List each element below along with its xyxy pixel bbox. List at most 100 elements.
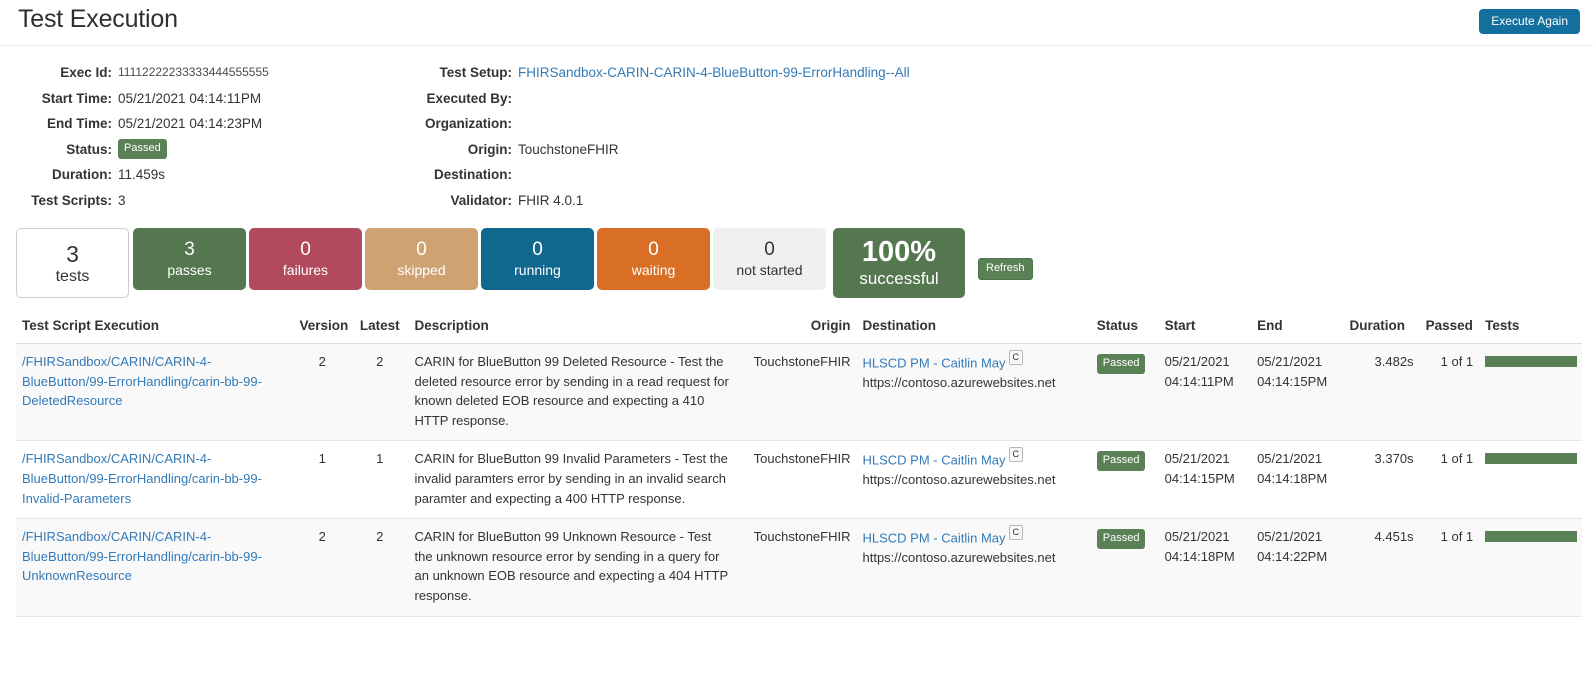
test-setup-link[interactable]: FHIRSandbox-CARIN-CARIN-4-BlueButton-99-… bbox=[518, 60, 910, 86]
tests-progress-bar bbox=[1485, 531, 1577, 542]
summary-field-label: Origin: bbox=[400, 137, 518, 163]
cell-destination: HLSCD PM - Caitlin MayChttps://contoso.a… bbox=[857, 519, 1091, 616]
capability-badge: C bbox=[1009, 525, 1024, 540]
destination-link[interactable]: HLSCD PM - Caitlin May bbox=[863, 453, 1006, 468]
destination-url: https://contoso.azurewebsites.net bbox=[863, 373, 1085, 393]
stat-value: 0 bbox=[300, 239, 311, 261]
cell-version: 2 bbox=[293, 519, 351, 616]
summary-field-label: Exec Id: bbox=[0, 60, 118, 86]
column-header-duration[interactable]: Duration bbox=[1344, 312, 1420, 344]
stat-label: failures bbox=[283, 261, 328, 280]
stat-label: passes bbox=[167, 261, 211, 280]
stat-box-not-started[interactable]: 0not started bbox=[713, 228, 826, 290]
summary-field-value: 11.459s bbox=[118, 162, 165, 188]
table-body: /FHIRSandbox/CARIN/CARIN-4-BlueButton/99… bbox=[16, 344, 1582, 617]
cell-latest: 2 bbox=[351, 344, 409, 441]
table-row: /FHIRSandbox/CARIN/CARIN-4-BlueButton/99… bbox=[16, 519, 1582, 616]
summary-field-label: Start Time: bbox=[0, 86, 118, 112]
stat-box-running[interactable]: 0running bbox=[481, 228, 594, 290]
stat-box-waiting[interactable]: 0waiting bbox=[597, 228, 710, 290]
tests-progress-fill bbox=[1485, 453, 1577, 464]
column-header-tests[interactable]: Tests bbox=[1479, 312, 1582, 344]
summary-field: Start Time:05/21/2021 04:14:11PM bbox=[0, 86, 400, 112]
stat-label: running bbox=[514, 261, 561, 280]
test-script-link[interactable]: /FHIRSandbox/CARIN/CARIN-4-BlueButton/99… bbox=[22, 529, 262, 583]
test-script-link[interactable]: /FHIRSandbox/CARIN/CARIN-4-BlueButton/99… bbox=[22, 354, 262, 408]
stat-value: 100% bbox=[862, 236, 936, 268]
stat-label: not started bbox=[736, 261, 802, 280]
summary-field-label: End Time: bbox=[0, 111, 118, 137]
summary-field: End Time:05/21/2021 04:14:23PM bbox=[0, 111, 400, 137]
stat-label: successful bbox=[859, 268, 938, 290]
cell-end: 05/21/202104:14:22PM bbox=[1251, 519, 1343, 616]
cell-start: 05/21/202104:14:11PM bbox=[1159, 344, 1251, 441]
summary-field-label: Executed By: bbox=[400, 86, 518, 112]
summary-field: Validator:FHIR 4.0.1 bbox=[400, 188, 1100, 214]
summary-field-value: 3 bbox=[118, 188, 126, 214]
summary-field-label: Organization: bbox=[400, 111, 518, 137]
stat-value: 3 bbox=[184, 239, 195, 261]
summary-field: Organization: bbox=[400, 111, 1100, 137]
table-row: /FHIRSandbox/CARIN/CARIN-4-BlueButton/99… bbox=[16, 344, 1582, 441]
refresh-button[interactable]: Refresh bbox=[978, 258, 1033, 280]
test-execution-page: Test Execution Execute Again Exec Id:111… bbox=[0, 0, 1594, 682]
column-header-origin[interactable]: Origin bbox=[735, 312, 856, 344]
test-script-link[interactable]: /FHIRSandbox/CARIN/CARIN-4-BlueButton/99… bbox=[22, 451, 262, 505]
summary-field-label: Test Scripts: bbox=[0, 188, 118, 214]
table-row: /FHIRSandbox/CARIN/CARIN-4-BlueButton/99… bbox=[16, 441, 1582, 519]
stat-box-skipped[interactable]: 0skipped bbox=[365, 228, 478, 290]
row-status-badge: Passed bbox=[1097, 451, 1146, 471]
stat-box-tests[interactable]: 3tests bbox=[16, 228, 129, 298]
stat-label: tests bbox=[56, 267, 90, 286]
summary-field-label: Duration: bbox=[0, 162, 118, 188]
column-header-passed[interactable]: Passed bbox=[1420, 312, 1480, 344]
row-status-badge: Passed bbox=[1097, 354, 1146, 374]
stat-value: 0 bbox=[648, 239, 659, 261]
summary-field: Test Setup:FHIRSandbox-CARIN-CARIN-4-Blu… bbox=[400, 60, 1100, 86]
cell-tests bbox=[1479, 441, 1582, 519]
column-header-end[interactable]: End bbox=[1251, 312, 1343, 344]
cell-description: CARIN for BlueButton 99 Unknown Resource… bbox=[409, 519, 736, 616]
destination-url: https://contoso.azurewebsites.net bbox=[863, 548, 1085, 568]
stat-box-successful[interactable]: 100%successful bbox=[833, 228, 965, 298]
summary-field-value: FHIR 4.0.1 bbox=[518, 188, 583, 214]
column-header-latest[interactable]: Latest bbox=[351, 312, 409, 344]
column-header-start[interactable]: Start bbox=[1159, 312, 1251, 344]
summary-field-label: Validator: bbox=[400, 188, 518, 214]
stat-box-passes[interactable]: 3passes bbox=[133, 228, 246, 290]
summary-field: Destination: bbox=[400, 162, 1100, 188]
summary-field-value: 11112222233333444555555 bbox=[118, 60, 269, 86]
cell-passed: 1 of 1 bbox=[1420, 519, 1480, 616]
cell-start: 05/21/202104:14:18PM bbox=[1159, 519, 1251, 616]
execution-summary: Exec Id:11112222233333444555555Start Tim… bbox=[0, 46, 1594, 196]
summary-field: Test Scripts:3 bbox=[0, 188, 400, 214]
column-header-description[interactable]: Description bbox=[409, 312, 736, 344]
execute-again-button[interactable]: Execute Again bbox=[1479, 9, 1580, 34]
page-title: Test Execution bbox=[18, 5, 178, 34]
column-header-test-script-execution[interactable]: Test Script Execution bbox=[16, 312, 293, 344]
cell-end: 05/21/202104:14:18PM bbox=[1251, 441, 1343, 519]
summary-field: Status:Passed bbox=[0, 137, 400, 163]
summary-field-value: 05/21/2021 04:14:23PM bbox=[118, 111, 262, 137]
column-header-status[interactable]: Status bbox=[1091, 312, 1159, 344]
stat-value: 0 bbox=[416, 239, 427, 261]
tests-progress-bar bbox=[1485, 356, 1577, 367]
cell-description: CARIN for BlueButton 99 Deleted Resource… bbox=[409, 344, 736, 441]
destination-link[interactable]: HLSCD PM - Caitlin May bbox=[863, 530, 1006, 545]
column-header-version[interactable]: Version bbox=[293, 312, 351, 344]
cell-version: 1 bbox=[293, 441, 351, 519]
summary-field: Exec Id:11112222233333444555555 bbox=[0, 60, 400, 86]
cell-tests bbox=[1479, 344, 1582, 441]
cell-origin: TouchstoneFHIR bbox=[735, 519, 856, 616]
cell-passed: 1 of 1 bbox=[1420, 441, 1480, 519]
table-header-row: Test Script Execution Version Latest Des… bbox=[16, 312, 1582, 344]
cell-duration: 3.370s bbox=[1344, 441, 1420, 519]
tests-progress-fill bbox=[1485, 356, 1577, 367]
stat-value: 0 bbox=[532, 239, 543, 261]
stat-box-failures[interactable]: 0failures bbox=[249, 228, 362, 290]
cell-description: CARIN for BlueButton 99 Invalid Paramete… bbox=[409, 441, 736, 519]
destination-link[interactable]: HLSCD PM - Caitlin May bbox=[863, 355, 1006, 370]
column-header-destination[interactable]: Destination bbox=[857, 312, 1091, 344]
cell-test-script-execution: /FHIRSandbox/CARIN/CARIN-4-BlueButton/99… bbox=[16, 344, 293, 441]
test-script-execution-table: Test Script Execution Version Latest Des… bbox=[16, 312, 1582, 617]
